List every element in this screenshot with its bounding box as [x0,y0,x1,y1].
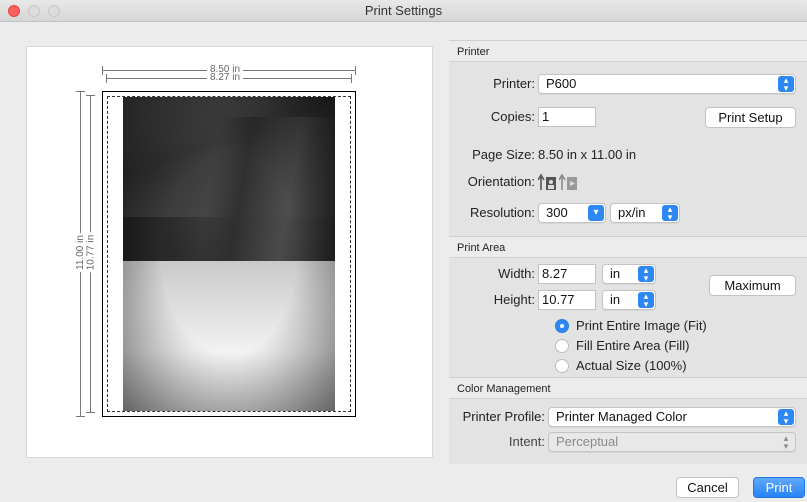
intent-select[interactable]: Perceptual ▴ ▾ [548,432,796,452]
printer-profile-select[interactable]: Printer Managed Color ▴ ▾ [548,407,796,427]
fit-option-label[interactable]: Print Entire Image (Fit) [576,316,707,336]
preview-image [123,97,335,411]
color-management-section-heading: Color Management [449,377,807,398]
maximum-button[interactable]: Maximum [709,275,796,296]
actual-size-option-label[interactable]: Actual Size (100%) [576,356,687,376]
resolution-value: 300 [546,205,568,220]
print-preview: 8.50 in 8.27 in 11.00 in 10.77 in [26,46,433,458]
print-area-section: Width: 8.27 in ▴ ▾ Height: 10.77 in ▴ ▾ Ma… [449,257,807,377]
print-setup-button[interactable]: Print Setup [705,107,796,128]
print-button[interactable]: Print [753,477,805,498]
select-arrows-icon: ▴ ▾ [662,205,678,222]
printer-section-heading: Printer [449,40,807,61]
height-unit-select[interactable]: in ▴ ▾ [602,290,656,310]
width-field[interactable]: 8.27 [538,264,596,284]
actual-size-radio[interactable] [555,359,569,373]
page-size-value: 8.50 in x 11.00 in [538,147,637,162]
print-settings-window: Print Settings 8.50 in 8.27 in 11.00 in … [0,0,807,502]
printer-label: Printer: [493,76,535,91]
resolution-select[interactable]: 300 ▾ [538,203,606,223]
paper-height-label: 11.00 in [74,233,86,272]
window-title: Print Settings [364,3,443,18]
printer-profile-value: Printer Managed Color [556,409,687,424]
resolution-unit-select[interactable]: px/in ▴ ▾ [610,203,680,223]
orientation-label: Orientation: [467,174,535,189]
select-arrows-icon: ▴ ▾ [783,433,789,451]
copies-label: Copies: [490,109,535,124]
printer-profile-label: Printer Profile: [462,409,545,424]
page-size-label: Page Size: [472,147,535,162]
printable-height-label: 10.77 in [85,232,97,273]
height-unit-value: in [610,292,621,307]
height-label: Height: [493,292,535,307]
landscape-icon[interactable] [559,172,577,192]
width-unit-select[interactable]: in ▴ ▾ [602,264,656,284]
width-label: Width: [498,266,535,281]
print-area-section-heading: Print Area [449,236,807,257]
width-unit-value: in [610,266,621,281]
paper-sheet [102,91,356,417]
select-arrows-icon: ▴ ▾ [778,76,794,93]
fill-option-label[interactable]: Fill Entire Area (Fill) [576,336,689,356]
intent-value: Perceptual [556,434,619,449]
printer-select-value: P600 [546,76,577,91]
chevron-down-icon: ▾ [588,205,604,221]
fit-radio[interactable] [555,319,569,333]
printer-section: Printer: P600 ▴ ▾ Copies: 1 Print Setup P… [449,61,807,236]
color-management-section: Printer Profile: Printer Managed Color ▴… [449,398,807,464]
settings-panel: Printer Printer: P600 ▴ ▾ Copies: 1 Print… [449,40,807,464]
portrait-icon[interactable] [538,172,556,192]
select-arrows-icon: ▴ ▾ [638,266,654,283]
cancel-button[interactable]: Cancel [676,477,739,498]
printable-width-label: 8.27 in [207,72,244,83]
select-arrows-icon: ▴ ▾ [778,409,794,426]
select-arrows-icon: ▴ ▾ [638,292,654,309]
intent-label: Intent: [508,434,545,449]
resolution-label: Resolution: [469,205,535,220]
copies-field[interactable]: 1 [538,107,596,127]
printer-select[interactable]: P600 ▴ ▾ [538,74,796,94]
fill-radio[interactable] [555,339,569,353]
height-field[interactable]: 10.77 [538,290,596,310]
title-bar: Print Settings [0,0,807,22]
resolution-unit-value: px/in [618,205,646,220]
